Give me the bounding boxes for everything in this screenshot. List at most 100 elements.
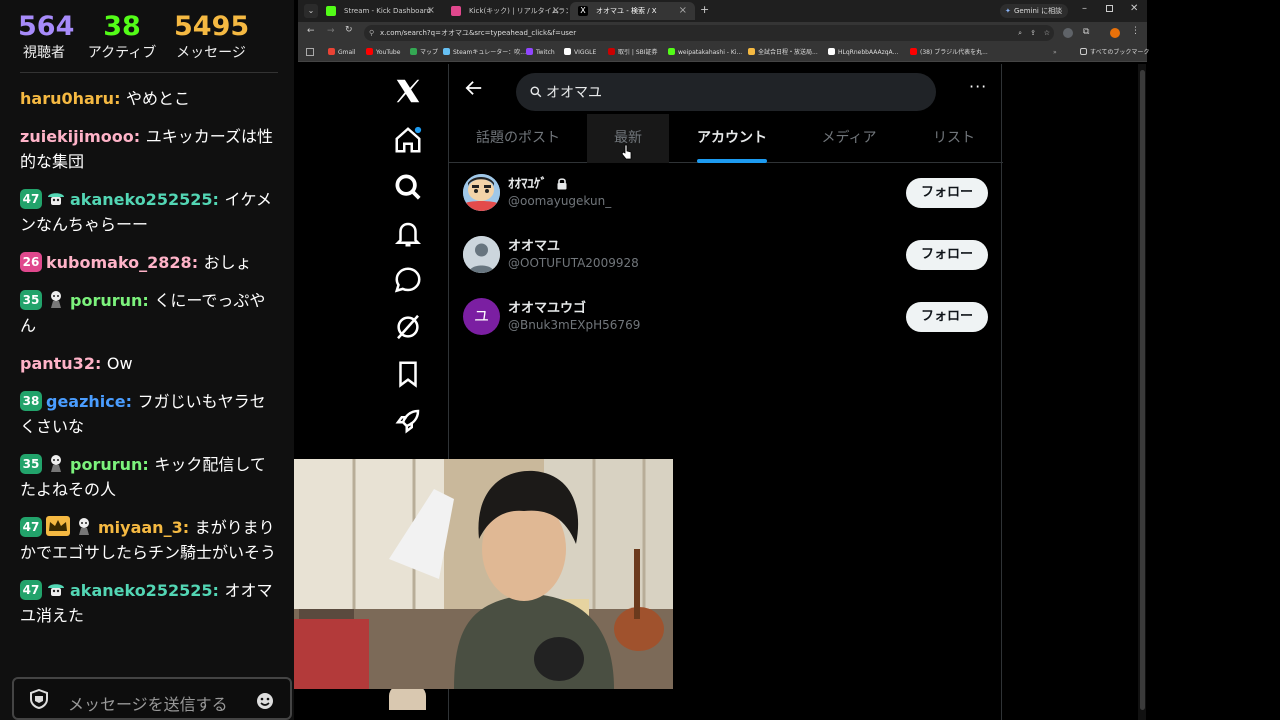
tab-media[interactable]: メディア: [794, 114, 904, 163]
chat-separator: :: [142, 455, 155, 474]
grok-icon[interactable]: [393, 312, 423, 342]
tab-kick-dashboard[interactable]: Stream - Kick Dashboard ×: [318, 2, 443, 20]
extensions-puzzle-icon[interactable]: ⧉: [1083, 27, 1089, 37]
new-tab-icon[interactable]: +: [700, 3, 709, 16]
address-bar[interactable]: ⚲ x.com/search?q=オオマユ&src=typeahead_clic…: [364, 25, 1054, 41]
maximize-icon[interactable]: [1106, 5, 1113, 12]
follow-button[interactable]: フォロー: [906, 240, 988, 270]
gemini-button[interactable]: ✦ Gemini に相談: [1000, 4, 1069, 18]
bookmark-youtube[interactable]: YouTube: [366, 47, 400, 59]
profile-avatar[interactable]: [1110, 28, 1120, 38]
account-avatar[interactable]: [463, 174, 500, 211]
share-icon[interactable]: ⇪: [1030, 25, 1036, 41]
cartoon-avatar-icon: [463, 174, 500, 211]
account-name-text: ｵｵﾏﾕｹﾞ: [508, 177, 547, 192]
scrollbar-thumb[interactable]: [1140, 70, 1145, 710]
chat-separator: :: [212, 581, 225, 600]
page-scrollbar[interactable]: [1138, 64, 1146, 720]
account-row[interactable]: ｵｵﾏﾕｹﾞ @oomayugekun_ フォロー: [449, 163, 1003, 225]
all-bookmarks[interactable]: すべてのブックマーク: [1080, 47, 1149, 59]
toolbar: ← → ↻ ⚲ x.com/search?q=オオマユ&src=typeahea…: [298, 22, 1147, 44]
more-options-icon[interactable]: ···: [969, 77, 987, 96]
forward-icon[interactable]: →: [327, 26, 335, 36]
chat-separator: :: [114, 89, 127, 108]
account-row[interactable]: ユ オオマユウゴ @Bnuk3mEXpH56769 フォロー: [449, 287, 1003, 349]
bookmark-label: すべてのブックマーク: [1090, 49, 1150, 56]
doll-icon: [46, 453, 66, 473]
green-robot-icon: [46, 579, 66, 599]
bookmarks-icon[interactable]: [393, 359, 423, 389]
bookmark-maps[interactable]: マップ: [410, 47, 438, 59]
extension-icon[interactable]: [1063, 28, 1073, 38]
site-info-icon[interactable]: ⚲: [369, 25, 374, 41]
back-arrow-icon[interactable]: [465, 79, 483, 97]
chat-username[interactable]: akaneko252525: [70, 581, 212, 600]
x-logo-icon[interactable]: [393, 76, 423, 106]
shield-icon[interactable]: [30, 689, 48, 709]
bookmark-brazil[interactable]: (38) ブラジル代表を丸...: [910, 47, 988, 59]
bookmark-gmail[interactable]: Gmail: [328, 47, 356, 59]
minimize-icon[interactable]: –: [1082, 3, 1087, 14]
search-input[interactable]: オオマユ: [516, 73, 936, 111]
chat-username[interactable]: porurun: [70, 455, 142, 474]
back-icon[interactable]: ←: [307, 26, 315, 36]
tab-lists[interactable]: リスト: [909, 114, 999, 163]
notifications-bell-icon[interactable]: [393, 219, 423, 249]
chat-username[interactable]: pantu32: [20, 354, 95, 373]
chat-username[interactable]: kubomako_2828: [46, 253, 192, 272]
explore-search-icon[interactable]: [393, 172, 423, 202]
reload-icon[interactable]: ↻: [345, 25, 353, 35]
messages-icon[interactable]: [393, 265, 423, 295]
bookmarks-overflow-icon[interactable]: »: [1053, 47, 1057, 59]
tab-search-button[interactable]: ⌄: [304, 4, 318, 18]
follow-button[interactable]: フォロー: [906, 178, 988, 208]
chat-username[interactable]: akaneko252525: [70, 190, 212, 209]
subscriber-badge: 26: [20, 252, 42, 272]
close-tab-icon[interactable]: ×: [679, 2, 687, 20]
bookmark-viggle[interactable]: VIGGLE: [564, 47, 596, 59]
tab-x-search[interactable]: X オオマユ - 検索 / X ×: [570, 2, 695, 20]
bookmark-weipa[interactable]: weipatakahashi - Ki...: [668, 47, 742, 59]
chat-username[interactable]: geazhice: [46, 392, 126, 411]
message-count-value: 5495: [174, 11, 250, 42]
chat-message: pantu32: Ow: [20, 351, 276, 376]
tab-top-posts[interactable]: 話題のポスト: [449, 114, 587, 163]
chat-panel: 564 視聴者 38 アクティブ 5495 メッセージ haru0haru: や…: [0, 0, 294, 720]
folder-icon: [1080, 48, 1087, 55]
close-window-icon[interactable]: ✕: [1130, 3, 1138, 14]
crown-badge-icon: [46, 516, 70, 536]
close-tab-icon[interactable]: ×: [552, 2, 560, 20]
home-icon[interactable]: [393, 125, 423, 155]
account-row[interactable]: オオマユ @OOTUFUTA2009928 フォロー: [449, 225, 1003, 287]
bookmark-schedule[interactable]: 全試合日程・放送局...: [748, 47, 818, 59]
chat-text: おしょ: [203, 253, 252, 272]
bookmark-sbi[interactable]: 取引 | SBI証券: [608, 47, 658, 59]
emoji-icon[interactable]: [256, 692, 274, 710]
chat-username[interactable]: haru0haru: [20, 89, 114, 108]
schedule-icon: [748, 48, 755, 55]
bookmark-star-icon[interactable]: ☆: [1044, 25, 1050, 41]
bookmark-steam[interactable]: Steamキュレーター：吹...: [443, 47, 526, 59]
chat-input[interactable]: メッセージを送信する: [12, 677, 292, 720]
chat-message: 35 porurun: くにーでっぷやん: [20, 288, 276, 338]
chat-username[interactable]: zuiekijimooo: [20, 127, 134, 146]
chat-input-placeholder: メッセージを送信する: [68, 695, 228, 714]
bookmark-x-image[interactable]: HLqRnebbAAAzqA...: [828, 47, 898, 59]
follow-button[interactable]: フォロー: [906, 302, 988, 332]
menu-kebab-icon[interactable]: ⋮: [1131, 26, 1140, 36]
kick-ranking-favicon-icon: [451, 6, 461, 16]
gmail-icon: [328, 48, 335, 55]
chat-username[interactable]: miyaan_3: [98, 518, 183, 537]
zoom-icon[interactable]: ⌕: [1018, 25, 1022, 41]
account-avatar[interactable]: ユ: [463, 298, 500, 335]
viewer-count-value: 564: [18, 11, 75, 42]
tab-accounts[interactable]: アカウント: [674, 114, 790, 163]
chat-username[interactable]: porurun: [70, 291, 142, 310]
bookmark-label: Steamキュレーター：吹...: [453, 49, 526, 56]
premium-rocket-icon[interactable]: [393, 406, 423, 436]
bookmark-twitch[interactable]: Twitch: [526, 47, 555, 59]
tab-kick-ranking[interactable]: Kick(キック) | リアルタイムランキング ×: [443, 2, 568, 20]
apps-grid-icon[interactable]: [306, 48, 314, 56]
close-tab-icon[interactable]: ×: [427, 2, 435, 20]
account-avatar[interactable]: [463, 236, 500, 273]
